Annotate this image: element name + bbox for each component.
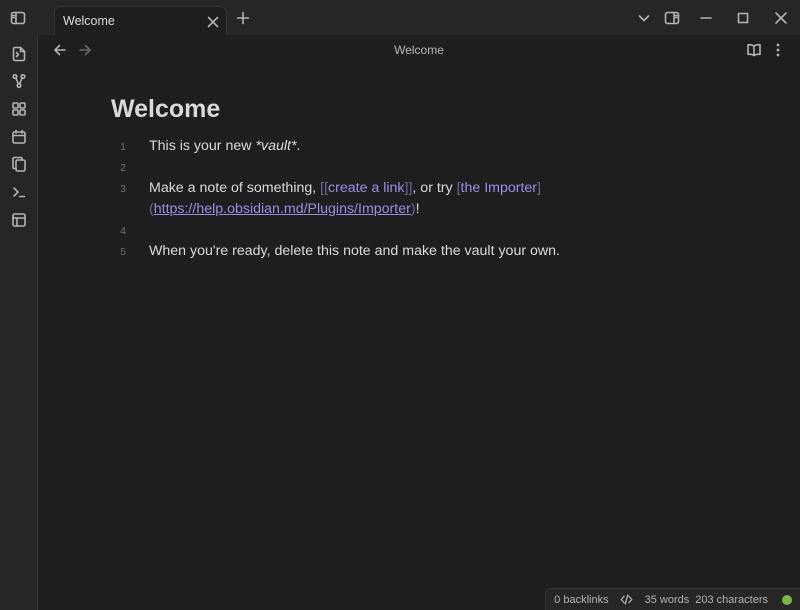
sidebar-toggle-icon[interactable] bbox=[8, 8, 28, 28]
editor-line-1[interactable]: 1 This is your new *vault*. bbox=[111, 136, 731, 157]
minimize-icon[interactable] bbox=[696, 8, 716, 28]
command-palette-terminal-icon[interactable] bbox=[9, 182, 29, 202]
close-tab-icon[interactable] bbox=[203, 12, 223, 32]
tab-title: Welcome bbox=[63, 14, 115, 28]
maximize-icon[interactable] bbox=[733, 8, 753, 28]
tab-list-chevron-down-icon[interactable] bbox=[634, 8, 654, 28]
external-url[interactable]: https://help.obsidian.md/Plugins/Importe… bbox=[154, 201, 411, 217]
daily-note-calendar-icon[interactable] bbox=[9, 127, 29, 147]
line-number: 1 bbox=[120, 141, 126, 153]
title-bar: Welcome bbox=[0, 0, 800, 35]
line-text: This is your new bbox=[149, 138, 256, 154]
editor-line-5[interactable]: 5 When you're ready, delete this note an… bbox=[111, 241, 731, 262]
source-mode-code-icon[interactable] bbox=[619, 592, 635, 608]
templates-copy-icon[interactable] bbox=[9, 154, 29, 174]
line-text: When you're ready, delete this note and … bbox=[149, 243, 560, 259]
line-text: ! bbox=[415, 201, 420, 217]
left-ribbon bbox=[0, 35, 38, 610]
line-number: 4 bbox=[120, 225, 126, 237]
graph-view-icon[interactable] bbox=[9, 71, 29, 91]
right-sidebar-toggle-icon[interactable] bbox=[662, 8, 682, 28]
line-number: 3 bbox=[120, 183, 126, 195]
link-text-close-bracket: ] bbox=[537, 180, 541, 196]
more-options-icon[interactable] bbox=[768, 40, 788, 60]
editor-line-2[interactable]: 2 bbox=[111, 157, 731, 178]
line-number: 5 bbox=[120, 246, 126, 258]
status-bar: 0 backlinks 35 words 203 characters bbox=[545, 588, 800, 610]
new-tab-icon[interactable] bbox=[233, 8, 253, 28]
wikilink-open-bracket: [[ bbox=[320, 180, 329, 196]
line-text: . bbox=[296, 138, 301, 154]
reading-view-book-icon[interactable] bbox=[744, 40, 764, 60]
line-number: 2 bbox=[120, 162, 126, 174]
tab-welcome[interactable]: Welcome bbox=[54, 6, 227, 35]
line-text: , or try bbox=[412, 180, 457, 196]
line-text: Make a note of something, bbox=[149, 180, 321, 196]
external-link-text[interactable]: the Importer bbox=[461, 180, 538, 196]
editor-line-3[interactable]: 3 Make a note of something, [[create a l… bbox=[111, 178, 731, 220]
sync-status-icon[interactable] bbox=[782, 594, 792, 605]
emphasis-text: *vault* bbox=[255, 138, 297, 154]
layout-icon[interactable] bbox=[9, 210, 29, 230]
canvas-icon[interactable] bbox=[9, 99, 29, 119]
close-window-icon[interactable] bbox=[771, 8, 791, 28]
quick-switcher-icon[interactable] bbox=[9, 44, 29, 64]
view-header-title[interactable]: Welcome bbox=[38, 43, 800, 57]
character-count: 203 characters bbox=[695, 593, 768, 606]
word-count: 35 words bbox=[644, 593, 690, 606]
inline-title[interactable]: Welcome bbox=[111, 95, 731, 124]
editor-line-4[interactable]: 4 bbox=[111, 220, 731, 241]
internal-link[interactable]: create a link bbox=[328, 180, 405, 196]
backlinks-count[interactable]: 0 backlinks bbox=[554, 594, 608, 606]
markdown-editor[interactable]: Welcome 1 This is your new *vault*. 2 3 … bbox=[111, 95, 731, 262]
editor-pane: Welcome Welcome 1 This is your new *vaul… bbox=[38, 35, 800, 610]
